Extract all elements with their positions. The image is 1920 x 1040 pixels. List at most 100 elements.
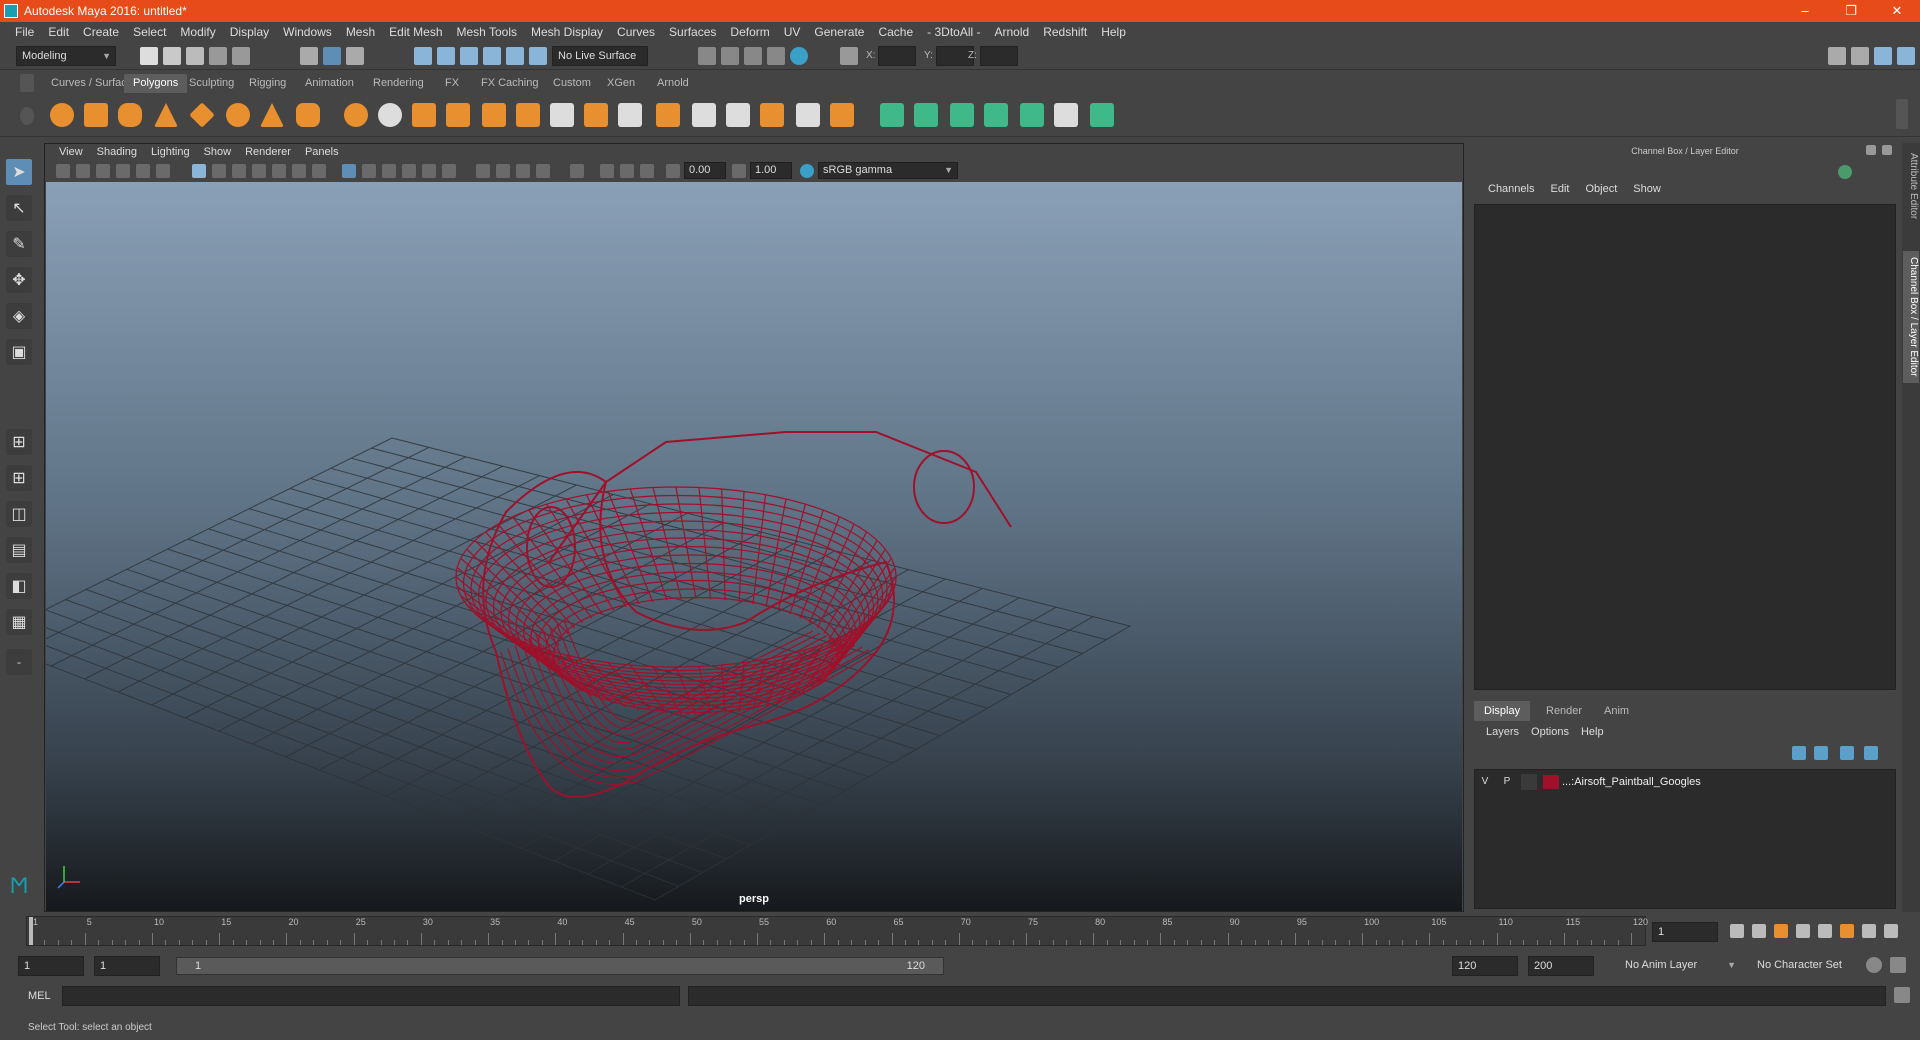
layer-playback-toggle[interactable]: P [1499, 774, 1515, 790]
layer-tab-display[interactable]: Display [1474, 701, 1531, 721]
menu-mesh-tools[interactable]: Mesh Tools [450, 25, 524, 39]
persp-hypershade-layout-icon[interactable]: ▦ [6, 609, 32, 635]
automatic-uv-icon[interactable] [984, 103, 1008, 127]
scale-tool-icon[interactable]: ▣ [6, 339, 32, 365]
select-tool-icon[interactable]: ➤ [6, 159, 32, 185]
float-panel-icon[interactable] [1866, 145, 1876, 155]
multi-cut-icon[interactable] [726, 103, 750, 127]
poly-pipe-icon[interactable] [296, 103, 320, 127]
spherical-uv-icon[interactable] [950, 103, 974, 127]
field-chart-icon[interactable] [272, 164, 286, 178]
four-view-layout-icon[interactable]: ⊞ [6, 465, 32, 491]
menu-uv[interactable]: UV [777, 25, 808, 39]
shelf-tab-sculpting[interactable]: Sculpting [180, 74, 243, 93]
play-backward-icon[interactable] [1796, 924, 1810, 938]
color-management-icon[interactable] [800, 164, 814, 178]
layer-display-type-toggle[interactable] [1521, 774, 1537, 790]
append-polygon-icon[interactable] [618, 103, 642, 127]
render-settings-icon[interactable] [767, 47, 785, 65]
menu-curves[interactable]: Curves [610, 25, 662, 39]
select-object-icon[interactable] [323, 47, 341, 65]
command-language-label[interactable]: MEL [28, 990, 51, 1002]
layer-row[interactable]: V P ...:Airsoft_Paintball_Googles [1477, 773, 1893, 791]
channel-box-menu-show[interactable]: Show [1625, 183, 1669, 201]
shelf-tab-xgen[interactable]: XGen [598, 74, 644, 93]
smooth-icon[interactable] [446, 103, 470, 127]
separate-icon[interactable] [378, 103, 402, 127]
menu-help[interactable]: Help [1094, 25, 1133, 39]
menu-arnold[interactable]: Arnold [988, 25, 1037, 39]
viewport-menu-view[interactable]: View [52, 146, 90, 158]
perspective-viewport[interactable]: persp [46, 182, 1462, 911]
step-forward-key-icon[interactable] [1862, 924, 1876, 938]
render-view-icon[interactable] [698, 47, 716, 65]
channel-box-menu-edit[interactable]: Edit [1542, 183, 1577, 201]
hypershade-icon[interactable] [790, 47, 808, 65]
menu-redshift[interactable]: Redshift [1036, 25, 1094, 39]
go-to-start-icon[interactable] [1730, 924, 1744, 938]
custom-layout-icon[interactable]: - [6, 649, 32, 675]
ipr-render-icon[interactable] [744, 47, 762, 65]
menu-windows[interactable]: Windows [276, 25, 339, 39]
layer-menu-layers[interactable]: Layers [1480, 726, 1525, 738]
step-forward-frame-icon[interactable] [1840, 924, 1854, 938]
step-back-frame-icon[interactable] [1774, 924, 1788, 938]
poly-cone-icon[interactable] [154, 103, 178, 127]
playback-end-field[interactable]: 120 [1452, 956, 1518, 976]
bridge-icon[interactable] [550, 103, 574, 127]
bevel-icon[interactable] [656, 103, 680, 127]
animation-prefs-icon[interactable] [1890, 957, 1906, 973]
open-scene-icon[interactable] [163, 47, 181, 65]
poly-cube-icon[interactable] [84, 103, 108, 127]
shelf-tab-polygons[interactable]: Polygons [124, 74, 188, 93]
bool-icon[interactable] [482, 103, 506, 127]
anim-layer-dropdown[interactable]: No Anim Layer ▼ [1620, 956, 1740, 976]
2d-pan-zoom-icon[interactable] [136, 164, 150, 178]
xray-components-icon[interactable] [640, 164, 654, 178]
grease-pencil-icon[interactable] [156, 164, 170, 178]
shelf-settings-icon[interactable] [20, 107, 34, 125]
go-to-end-icon[interactable] [1884, 924, 1898, 938]
minimize-button[interactable]: – [1782, 3, 1828, 19]
shelf-tab-fx[interactable]: FX [436, 74, 468, 93]
safe-action-icon[interactable] [292, 164, 306, 178]
tool-settings-icon[interactable] [1874, 47, 1892, 65]
camera-attributes-icon[interactable] [76, 164, 90, 178]
shelf-tab-arnold[interactable]: Arnold [648, 74, 698, 93]
modeling-toolkit-icon[interactable] [1828, 47, 1846, 65]
poly-prism-icon[interactable] [260, 103, 284, 127]
close-panel-icon[interactable] [1882, 145, 1892, 155]
use-all-lights-icon[interactable] [422, 164, 436, 178]
live-surface-field[interactable]: No Live Surface [552, 46, 648, 66]
depth-of-field-icon[interactable] [536, 164, 550, 178]
anti-aliasing-icon[interactable] [516, 164, 530, 178]
restore-button[interactable]: ❐ [1828, 3, 1874, 19]
xray-icon[interactable] [600, 164, 614, 178]
close-button[interactable]: ✕ [1874, 3, 1920, 19]
poly-plane-icon[interactable] [189, 102, 215, 128]
save-scene-icon[interactable] [186, 47, 204, 65]
menu-generate[interactable]: Generate [807, 25, 871, 39]
menu-edit[interactable]: Edit [41, 25, 76, 39]
unfold-icon[interactable] [1090, 103, 1114, 127]
persp-outliner-layout-icon[interactable]: ◧ [6, 573, 32, 599]
move-layer-up-icon[interactable] [1792, 746, 1806, 760]
extract-icon[interactable] [412, 103, 436, 127]
channel-box-menu-object[interactable]: Object [1577, 183, 1625, 201]
menu-display[interactable]: Display [223, 25, 276, 39]
channel-box-menu-channels[interactable]: Channels [1480, 183, 1542, 201]
channel-box-body[interactable] [1474, 204, 1896, 690]
exposure-field[interactable]: 0.00 [684, 162, 726, 179]
target-weld-icon[interactable] [760, 103, 784, 127]
textured-icon[interactable] [402, 164, 416, 178]
wireframe-on-shaded-icon[interactable] [382, 164, 396, 178]
lasso-tool-icon[interactable]: ↖ [6, 195, 32, 221]
command-input[interactable] [62, 986, 680, 1006]
persp-graph-layout-icon[interactable]: ▤ [6, 537, 32, 563]
layer-tab-render[interactable]: Render [1536, 701, 1592, 721]
animation-start-field[interactable]: 1 [18, 956, 84, 976]
snap-surface-icon[interactable] [506, 47, 524, 65]
image-plane-icon[interactable] [116, 164, 130, 178]
shelf-tab-rendering[interactable]: Rendering [364, 74, 433, 93]
menu-3dtoall[interactable]: - 3DtoAll - [920, 25, 987, 39]
